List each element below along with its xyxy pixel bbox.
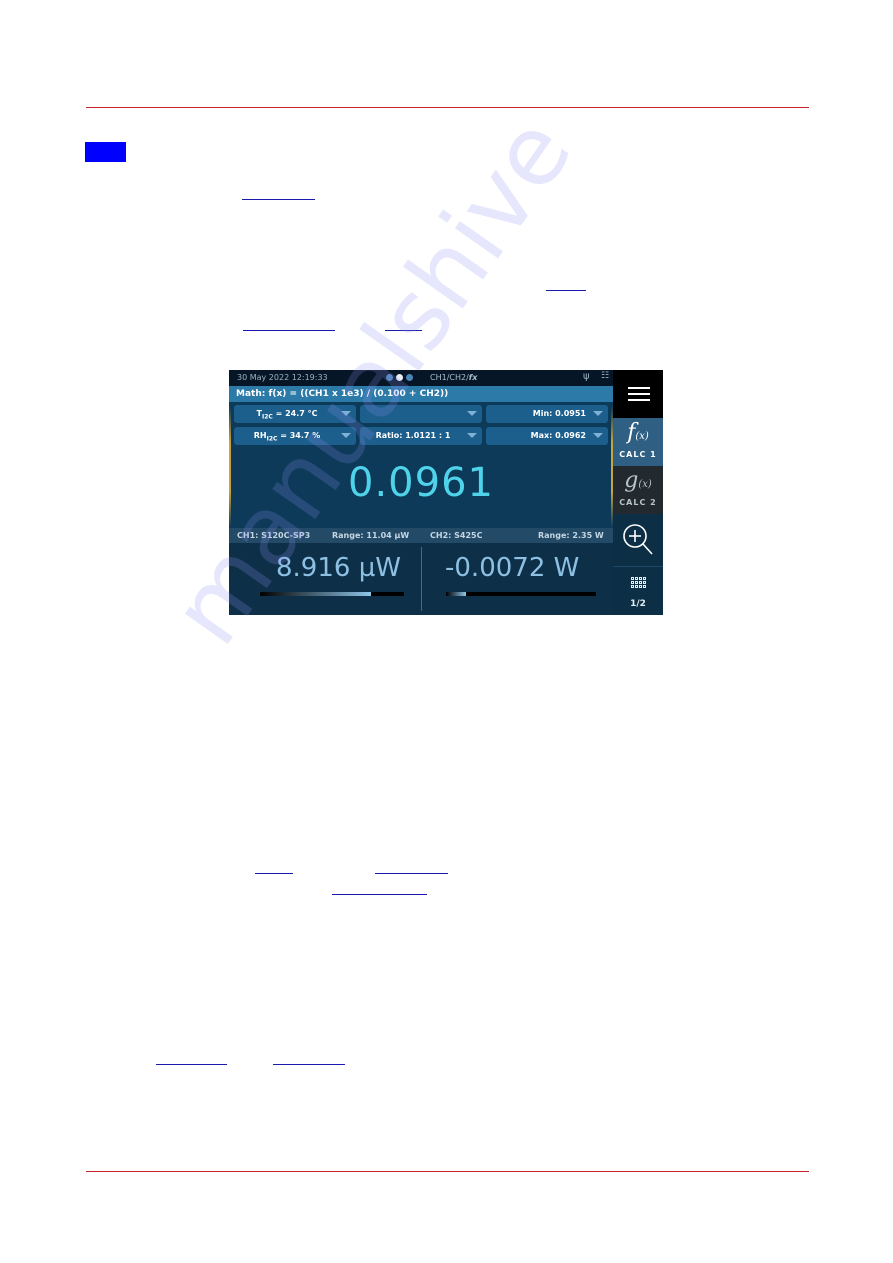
header-rule <box>86 107 809 108</box>
zoom-button[interactable] <box>613 514 663 566</box>
math-result-value: 0.0961 <box>348 460 494 506</box>
chevron-down-icon <box>593 411 603 416</box>
link-underline[interactable] <box>375 873 448 874</box>
max-chip[interactable]: Max: 0.0962 <box>486 427 608 445</box>
channel-info-bar: CH1: S120C-SP3 Range: 11.04 µW CH2: S425… <box>229 528 613 543</box>
grid-icon <box>630 577 646 588</box>
chevron-down-icon <box>467 433 477 438</box>
calc2-button[interactable]: g(x) CALC 2 <box>613 466 663 514</box>
chevron-down-icon <box>593 433 603 438</box>
menu-button[interactable] <box>613 370 663 418</box>
link-underline[interactable] <box>156 1064 227 1065</box>
side-toolbar: f(x) CALC 1 g(x) CALC 2 1/2 <box>613 370 663 615</box>
page-indicator-dots <box>386 374 413 381</box>
ch1-range-bar <box>260 592 404 596</box>
empty-chip[interactable] <box>360 405 482 423</box>
link-underline[interactable] <box>242 199 315 200</box>
ch1-value[interactable]: 8.916 µW <box>276 553 401 583</box>
measurement-mode: CH1/CH2/fx <box>430 373 478 382</box>
gx-icon: g(x) <box>624 468 652 493</box>
footer-rule <box>86 1171 809 1172</box>
section-marker <box>85 142 126 162</box>
math-expression[interactable]: Math: f(x) = ((CH1 x 1e3) / (0.100 + CH2… <box>229 386 613 402</box>
page-dot[interactable] <box>386 374 393 381</box>
hamburger-menu-icon-line <box>628 399 650 401</box>
ch2-value[interactable]: -0.0072 W <box>445 553 579 583</box>
link-underline[interactable] <box>255 873 293 874</box>
ch2-range-fill <box>446 592 466 596</box>
hamburger-menu-icon-line <box>628 393 650 395</box>
ch2-sensor: CH2: S425C <box>430 531 483 540</box>
zoom-in-icon <box>623 524 653 555</box>
calc1-button[interactable]: f(x) CALC 1 <box>613 418 663 466</box>
channel-readouts: 8.916 µW -0.0072 W <box>229 543 613 615</box>
ch1-range-fill <box>260 592 371 596</box>
hamburger-menu-icon <box>628 387 650 389</box>
usb-icon: ψ <box>583 371 590 382</box>
channel-divider <box>421 547 422 611</box>
network-icon: ☷ <box>601 371 610 381</box>
ch2-range: Range: 2.35 W <box>538 531 604 540</box>
link-underline[interactable] <box>332 894 427 895</box>
status-bar: 30 May 2022 12:19:33 CH1/CH2/fx ψ ☷ <box>229 370 663 386</box>
page-dot[interactable] <box>406 374 413 381</box>
ratio-chip[interactable]: Ratio: 1.0121 : 1 <box>360 427 482 445</box>
datetime: 30 May 2022 12:19:33 <box>237 373 328 382</box>
chevron-down-icon <box>341 411 351 416</box>
page-button[interactable]: 1/2 <box>613 566 663 615</box>
ch1-range: Range: 11.04 µW <box>332 531 410 540</box>
link-underline[interactable] <box>243 330 335 331</box>
temperature-chip[interactable]: TI2C = 24.7 °C <box>234 405 356 423</box>
page-dot-active[interactable] <box>396 374 403 381</box>
min-chip[interactable]: Min: 0.0951 <box>486 405 608 423</box>
humidity-chip[interactable]: RHI2C = 34.7 % <box>234 427 356 445</box>
chevron-down-icon <box>341 433 351 438</box>
link-underline[interactable] <box>273 1064 345 1065</box>
chevron-down-icon <box>467 411 477 416</box>
ch2-range-bar <box>446 592 596 596</box>
fx-icon: f(x) <box>627 420 649 445</box>
ch1-sensor: CH1: S120C-SP3 <box>237 531 311 540</box>
link-underline[interactable] <box>546 290 586 291</box>
device-screen: 30 May 2022 12:19:33 CH1/CH2/fx ψ ☷ Math… <box>229 370 663 615</box>
link-underline[interactable] <box>385 330 422 331</box>
page-label: 1/2 <box>630 599 646 609</box>
